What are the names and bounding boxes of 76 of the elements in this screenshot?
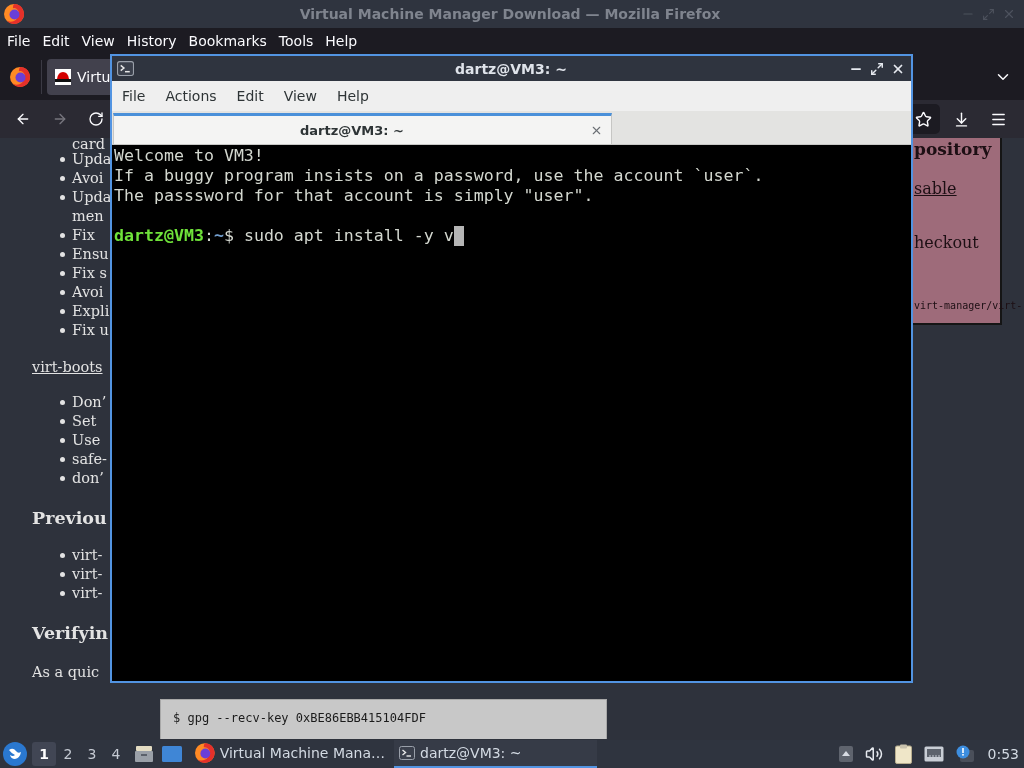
menu-item[interactable]: Tools bbox=[272, 32, 320, 49]
workspace-button[interactable]: 4 bbox=[104, 742, 128, 766]
download-icon[interactable] bbox=[953, 110, 970, 128]
panel-link[interactable]: sable bbox=[914, 179, 957, 199]
task-button[interactable]: Virtual Machine Mana… bbox=[190, 740, 390, 768]
section-heading: Verifyin bbox=[32, 622, 109, 645]
clock[interactable]: 0:53 bbox=[987, 746, 1019, 762]
list-item-text: don’ bbox=[72, 469, 104, 488]
reload-icon[interactable] bbox=[88, 111, 104, 127]
menu-item[interactable]: File bbox=[122, 88, 146, 104]
network-icon[interactable] bbox=[923, 745, 944, 763]
terminal-tab[interactable]: dartz@VM3: ~ bbox=[113, 113, 612, 144]
menu-item[interactable]: Help bbox=[336, 88, 369, 104]
task-button[interactable]: dartz@VM3: ~ bbox=[394, 740, 597, 768]
task-label: Virtual Machine Mana… bbox=[219, 745, 385, 761]
list-item-text: virt- bbox=[72, 584, 103, 603]
paragraph-text: As a quic bbox=[32, 663, 100, 682]
window-title: Virtual Machine Manager Download — Mozilla Firefox bbox=[299, 6, 721, 22]
workspace-button[interactable]: 3 bbox=[80, 742, 104, 766]
terminal-output-line: The passsword for that account is simply "user". bbox=[114, 186, 594, 206]
list-item-text: Ensu bbox=[72, 245, 109, 264]
star-icon[interactable] bbox=[915, 110, 932, 128]
list-item-text: Avoi bbox=[72, 169, 104, 188]
clipboard-icon[interactable] bbox=[894, 744, 912, 764]
terminal-icon bbox=[117, 60, 134, 77]
workspace-button[interactable]: 2 bbox=[56, 742, 80, 766]
section-heading: Previou bbox=[32, 507, 107, 530]
code-line: $ gpg --recv-key 0xBE86EBB415104FDF bbox=[173, 711, 426, 725]
panel-text: heckout bbox=[914, 233, 979, 253]
hat-icon bbox=[55, 68, 71, 85]
list-item-text: Set bbox=[72, 412, 97, 431]
list-item-text: card bbox=[72, 138, 105, 150]
menu-item[interactable]: View bbox=[283, 88, 317, 104]
list-item-text: Fix bbox=[72, 226, 95, 245]
browser-logo-icon bbox=[4, 4, 24, 24]
list-item-text: Upda men bbox=[72, 188, 112, 226]
menu-item[interactable]: Bookmarks bbox=[182, 32, 273, 49]
terminal-output-line: If a buggy program insists on a password, use the account `user`. bbox=[114, 166, 764, 186]
arrow-up-icon[interactable] bbox=[838, 746, 853, 762]
maximize-icon[interactable] bbox=[870, 61, 884, 76]
panel-heading: pository bbox=[914, 138, 992, 160]
list-item-text: virt- bbox=[72, 565, 103, 584]
window-title: dartz@VM3: ~ bbox=[455, 60, 567, 77]
menu-item[interactable]: File bbox=[1, 32, 37, 49]
terminal-prompt-line: dartz@VM3:~$ sudo apt install -y v bbox=[114, 226, 454, 246]
speaker-icon[interactable] bbox=[864, 745, 883, 763]
list-item-text: Use bbox=[72, 431, 101, 450]
list-item-text: Expli bbox=[72, 302, 110, 321]
menu-item[interactable]: History bbox=[120, 32, 183, 49]
menu-item[interactable]: View bbox=[75, 32, 121, 49]
list-item-text: safe- bbox=[72, 450, 107, 469]
menu-item[interactable]: Edit bbox=[36, 32, 76, 49]
workspace-button[interactable]: 1 bbox=[32, 742, 56, 766]
screen-icon[interactable] bbox=[162, 745, 182, 763]
page-link[interactable]: virt-boots bbox=[32, 358, 103, 377]
menu-item[interactable]: Edit bbox=[236, 88, 264, 104]
tab-label: dartz@VM3: ~ bbox=[300, 122, 404, 138]
terminal-output-line: Welcome to VM3! bbox=[114, 146, 264, 166]
list-item-text: Avoi bbox=[72, 283, 104, 302]
list-item-text: Upda bbox=[72, 150, 112, 169]
list-item-text: Don’ bbox=[72, 393, 107, 412]
task-label: dartz@VM3: ~ bbox=[420, 745, 522, 761]
menu-item[interactable]: Help bbox=[319, 32, 364, 49]
list-item-text: virt- bbox=[72, 546, 103, 565]
list-item-text: Fix s bbox=[72, 264, 107, 283]
drawer-icon[interactable] bbox=[134, 744, 154, 764]
browser-logo-icon[interactable] bbox=[10, 66, 30, 87]
alert-icon[interactable] bbox=[955, 745, 974, 763]
start-menu-icon[interactable] bbox=[3, 742, 27, 766]
list-item-text: Fix u bbox=[72, 321, 109, 340]
browser-logo-icon bbox=[195, 743, 215, 763]
tab-label: Virtu bbox=[77, 68, 111, 85]
terminal-icon bbox=[399, 745, 415, 761]
menu-item[interactable]: Actions bbox=[165, 88, 217, 104]
browser-tab[interactable]: Virtu bbox=[47, 58, 111, 95]
address-bar[interactable] bbox=[911, 104, 940, 134]
